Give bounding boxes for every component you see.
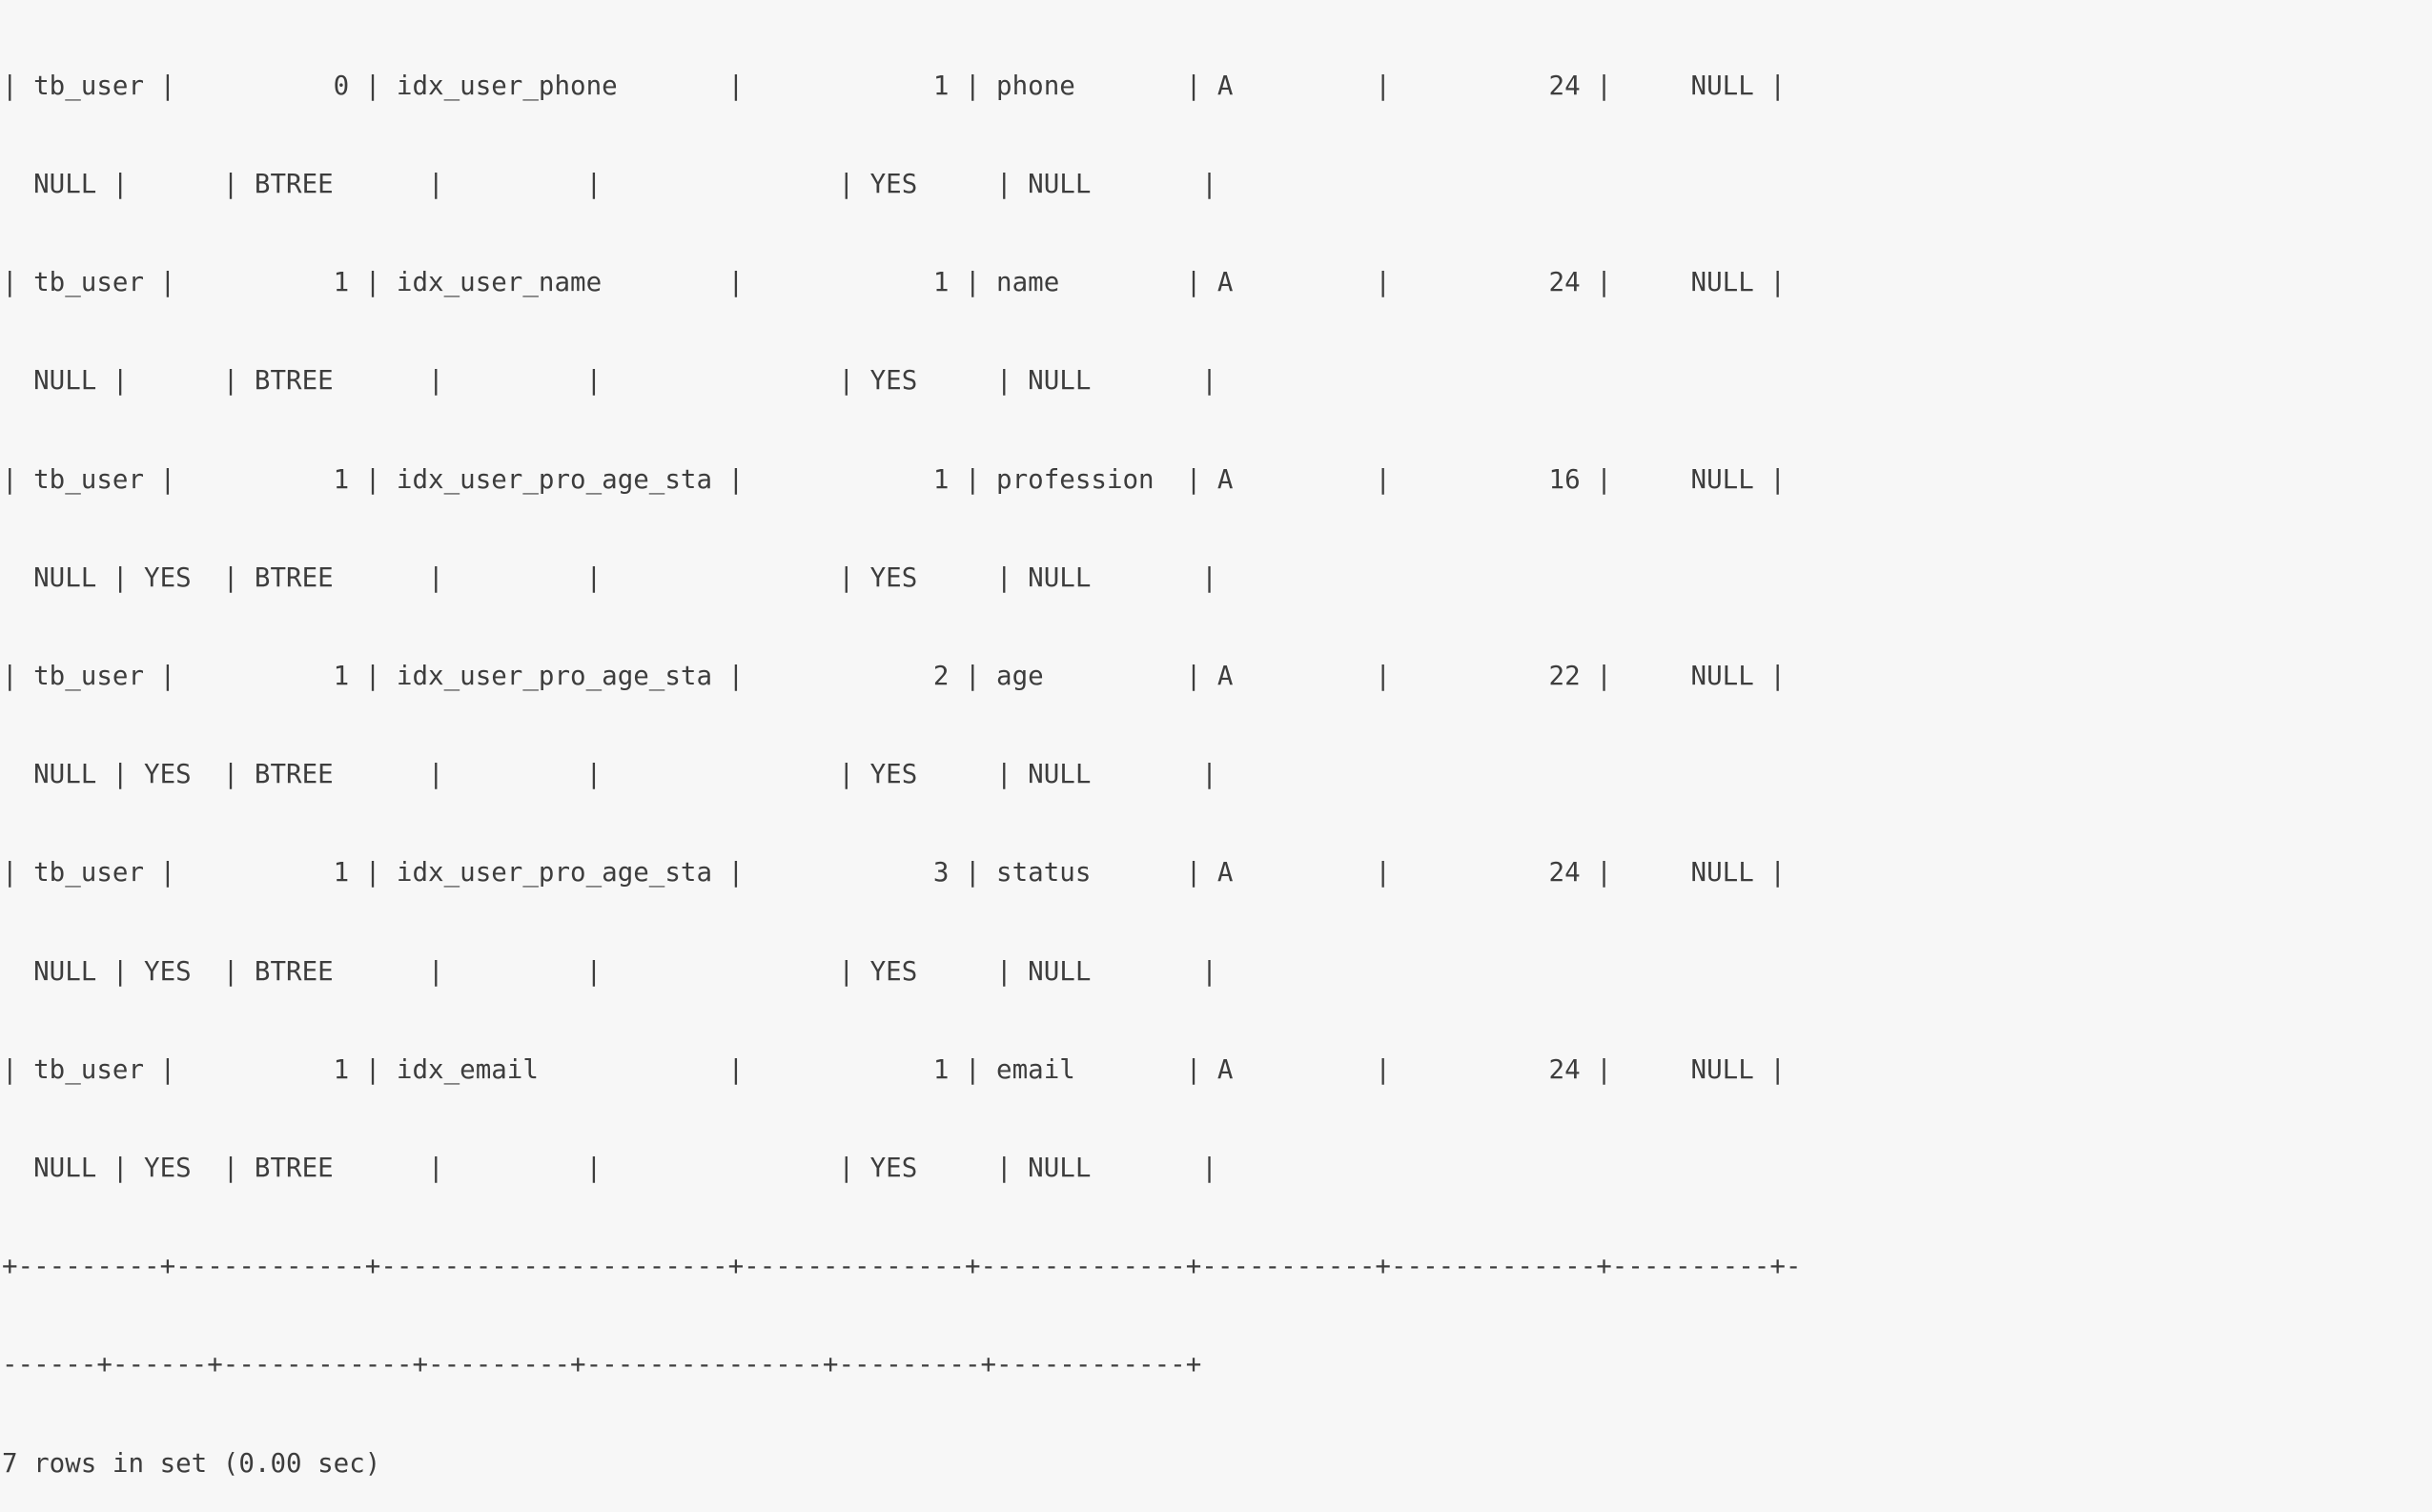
- result-line-wrapped: NULL | YES | BTREE | | | YES | NULL |: [2, 759, 1217, 790]
- result-line-wrapped: NULL | YES | BTREE | | | YES | NULL |: [2, 955, 1217, 987]
- result-line: | tb_user | 0 | idx_user_phone | 1 | pho…: [2, 70, 1786, 101]
- table-border-line-wrapped: ------+------+------------+---------+---…: [2, 1349, 1202, 1380]
- result-line: | tb_user | 1 | idx_user_pro_age_sta | 3…: [2, 857, 1786, 889]
- result-line-wrapped: NULL | | BTREE | | | YES | NULL |: [2, 169, 1217, 200]
- rows-in-set-footer: 7 rows in set (0.00 sec): [2, 1447, 381, 1479]
- result-line: | tb_user | 1 | idx_user_pro_age_sta | 2…: [2, 661, 1786, 692]
- result-line: | tb_user | 1 | idx_email | 1 | email | …: [2, 1053, 1786, 1085]
- terminal-output[interactable]: | tb_user | 0 | idx_user_phone | 1 | pho…: [0, 0, 2432, 1479]
- result-line: | tb_user | 1 | idx_user_pro_age_sta | 1…: [2, 463, 1786, 495]
- result-line-wrapped: NULL | | BTREE | | | YES | NULL |: [2, 365, 1217, 397]
- result-line-wrapped: NULL | YES | BTREE | | | YES | NULL |: [2, 562, 1217, 593]
- table-border-line: +---------+------------+----------------…: [2, 1251, 1802, 1282]
- result-line-wrapped: NULL | YES | BTREE | | | YES | NULL |: [2, 1153, 1217, 1184]
- result-line: | tb_user | 1 | idx_user_name | 1 | name…: [2, 267, 1786, 298]
